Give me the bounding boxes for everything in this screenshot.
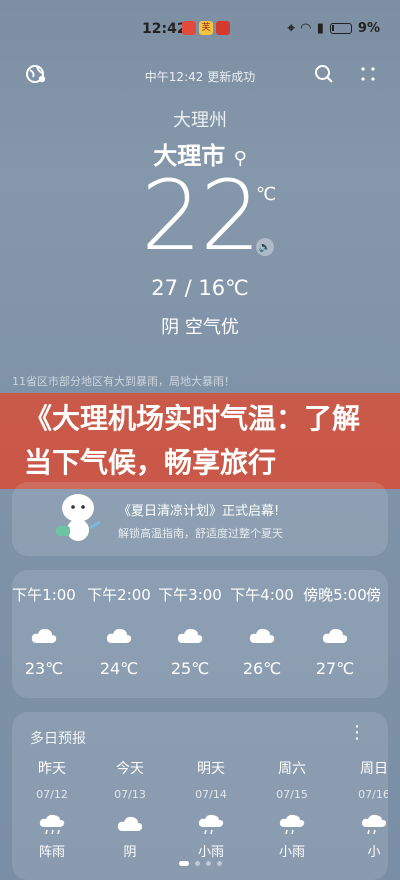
promo-title: 《夏日清凉计划》正式启幕! (118, 504, 280, 519)
battery-level: 9% (357, 21, 380, 36)
wifi-icon: ◠ (300, 21, 311, 36)
day-weather: 小 (367, 845, 381, 860)
day-name: 今天 (116, 761, 144, 777)
search-button[interactable] (310, 60, 338, 88)
more-icon[interactable]: ⋮ (348, 722, 366, 743)
rain-cloud-icon (39, 814, 65, 835)
daily-item[interactable]: 明天 07/14 小雨 (171, 758, 251, 860)
rain-cloud-icon (198, 814, 224, 835)
status-bar: 12:42 芙 ⌖ ◠ ▮ 9% (0, 0, 400, 40)
signal-icon: ▮ (316, 21, 324, 36)
hour-temp: 24℃ (99, 659, 139, 678)
article-title-overlay: 《大理机场实时气温：了解当下气候，畅享旅行 (0, 393, 400, 489)
hour-time: 下午4:00 (230, 586, 294, 604)
weather-condition: 阴 空气优 (161, 317, 239, 338)
temperature-range: 27 / 16℃ (151, 276, 249, 300)
day-name: 周日 (360, 761, 388, 777)
cloud-icon (106, 628, 132, 643)
day-name: 昨天 (38, 761, 66, 777)
hour-time: 傍晚5:00 (303, 586, 367, 604)
hourly-forecast-card[interactable]: 下午1:00 23℃ 下午2:00 24℃ 下午3:00 25℃ 下午4:00 … (12, 570, 388, 698)
page-dot-active[interactable] (178, 861, 189, 866)
day-date: 07/12 (36, 788, 68, 801)
hour-temp: 23℃ (24, 659, 64, 678)
day-weather: 小雨 (197, 845, 224, 860)
app-notification-icon (182, 21, 196, 35)
cloud-icon (249, 628, 275, 643)
promo-card[interactable]: 《夏日清凉计划》正式启幕! 解锁高温指南，舒适度过整个夏天 (12, 482, 388, 556)
page-dot[interactable] (216, 861, 222, 866)
app-notification-icon (216, 21, 230, 35)
rain-cloud-icon (279, 814, 305, 835)
day-weather: 阴 (123, 845, 137, 860)
day-date: 07/15 (276, 788, 308, 801)
current-temperature: 22 (140, 160, 261, 272)
voice-broadcast-icon[interactable]: 🔊 (256, 238, 274, 256)
more-options-button[interactable] (354, 60, 382, 88)
hourly-item: 下午4:00 26℃ (224, 584, 300, 678)
hour-time: 下午2:00 (87, 586, 151, 604)
hour-time: 下午3:00 (158, 586, 222, 604)
rain-cloud-icon (361, 814, 387, 835)
grid-dots-icon (361, 67, 375, 81)
hourly-item: 下午3:00 25℃ (152, 584, 228, 678)
prefecture-name: 大理州 (173, 110, 227, 131)
app-notification-icon: 芙 (199, 21, 213, 35)
page-dot[interactable] (205, 861, 211, 866)
location-icon: ⌖ (287, 21, 295, 36)
cloud-icon (322, 628, 348, 643)
cloud-icon (117, 816, 143, 831)
battery-icon (329, 23, 352, 34)
hourly-item: 下午2:00 24℃ (81, 584, 157, 678)
daily-item[interactable]: 昨天 07/12 阵雨 (12, 758, 92, 860)
top-bar: 中午12:42 更新成功 (0, 60, 400, 90)
alert-text: 11省区市部分地区有大到暴雨，局地大暴雨！ (12, 375, 235, 388)
daily-item[interactable]: 今天 07/13 阴 (90, 758, 170, 860)
overlay-title: 《大理机场实时气温：了解当下气候，畅享旅行 (24, 402, 361, 479)
hour-temp: 25℃ (170, 659, 210, 678)
status-indicators: ⌖ ◠ ▮ 9% (287, 21, 380, 36)
search-icon (315, 65, 333, 83)
update-status: 中午12:42 更新成功 (144, 70, 256, 84)
cloud-icon (177, 628, 203, 643)
page-indicator[interactable] (0, 861, 400, 866)
daily-item[interactable]: 周六 07/15 小雨 (252, 758, 332, 860)
hourly-item: 傍 (366, 584, 388, 605)
daily-item[interactable]: 周日 07/16 小 (334, 758, 388, 860)
day-date: 07/13 (114, 788, 146, 801)
daily-forecast-card[interactable]: 多日预报 ⋮ 昨天 07/12 阵雨 今天 07/13 阴 明天 07/14 小… (12, 712, 388, 880)
hour-temp: 26℃ (242, 659, 282, 678)
day-weather: 小雨 (278, 845, 305, 860)
hour-time: 傍 (366, 586, 382, 604)
day-name: 周六 (278, 761, 306, 777)
temperature-unit: ℃ (256, 184, 277, 205)
day-date: 07/14 (195, 788, 227, 801)
hour-time: 下午1:00 (12, 586, 76, 604)
daily-forecast-title: 多日预报 (30, 731, 86, 747)
mascot-illustration (56, 494, 101, 541)
weather-alert-banner[interactable]: 11省区市部分地区有大到暴雨，局地大暴雨！ (12, 373, 388, 395)
hourly-item: 下午1:00 23℃ (12, 584, 82, 678)
day-weather: 阵雨 (38, 845, 65, 860)
page-dot[interactable] (194, 861, 200, 866)
hour-temp: 27℃ (315, 659, 355, 678)
day-date: 07/16 (358, 788, 388, 801)
cloud-icon (31, 628, 57, 643)
hourly-item: 傍晚5:00 27℃ (297, 584, 373, 678)
day-name: 明天 (197, 761, 225, 777)
status-time: 12:42 (142, 21, 187, 37)
promo-subtitle: 解锁高温指南，舒适度过整个夏天 (118, 527, 283, 540)
